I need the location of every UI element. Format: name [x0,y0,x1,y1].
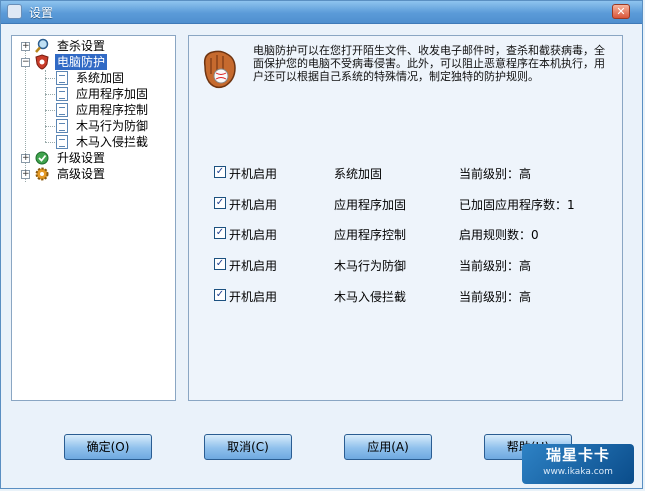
startup-enable-checkbox[interactable]: ✓ [214,289,226,301]
document-icon [56,71,68,85]
tree-item-app-hardening[interactable]: 应用程序加固 [12,86,172,102]
ikaka-watermark: 瑞星卡卡 www.ikaka.com [522,444,634,484]
close-button[interactable]: ✕ [612,4,630,19]
feature-name: 木马入侵拦截 [334,290,407,304]
expand-icon[interactable]: + [21,154,30,163]
document-icon [56,103,68,117]
document-icon [56,119,68,133]
document-icon [56,87,68,101]
feature-name: 应用程序控制 [334,228,407,242]
startup-enable-checkbox[interactable]: ✓ [214,227,226,239]
startup-enable-label[interactable]: 开机启用 [229,257,277,274]
tree-item-scan-settings[interactable]: + 查杀设置 [12,38,172,54]
feature-status: 当前级别：高 [459,290,532,304]
document-icon [56,135,68,149]
feature-row-trojan-behavior-defense: ✓ 开机启用 木马行为防御 当前级别：高 [214,256,614,274]
baseball-glove-icon [203,50,236,89]
cancel-button[interactable]: 取消(C) [204,434,292,460]
startup-enable-checkbox[interactable]: ✓ [214,197,226,209]
feature-row-trojan-intrusion-block: ✓ 开机启用 木马入侵拦截 当前级别：高 [214,287,614,305]
feature-status: 当前级别：高 [459,259,532,273]
tree-item-advanced-settings[interactable]: + 高级设置 [12,166,172,182]
startup-enable-label[interactable]: 开机启用 [229,226,277,243]
expand-icon[interactable]: + [21,42,30,51]
feature-name: 系统加固 [334,167,383,181]
tree-item-trojan-intrusion-block[interactable]: 木马入侵拦截 [12,134,172,150]
apply-button[interactable]: 应用(A) [344,434,432,460]
tree-item-system-hardening[interactable]: 系统加固 [12,70,172,86]
settings-tree: + 查杀设置 − 电脑防护 系统加固 应用程序加固 应用程序控制 木马行为防御 … [11,35,176,401]
startup-enable-label[interactable]: 开机启用 [229,196,277,213]
settings-window: 设置 ✕ + 查杀设置 − 电脑防护 系统加固 应用程序加固 应用程序控制 木马… [0,0,643,489]
tree-item-trojan-behavior-defense[interactable]: 木马行为防御 [12,118,172,134]
tree-item-pc-protection[interactable]: − 电脑防护 [12,54,172,70]
watermark-url: www.ikaka.com [543,467,613,477]
feature-name: 木马行为防御 [334,259,407,273]
protection-panel: 电脑防护可以在您打开陌生文件、收发电子邮件时，查杀和截获病毒，全面保护您的电脑不… [188,35,623,401]
feature-status: 启用规则数：0 [459,228,539,242]
ok-button[interactable]: 确定(O) [64,434,152,460]
feature-row-app-hardening: ✓ 开机启用 应用程序加固 已加固应用程序数：1 [214,195,614,213]
gear-icon [35,167,49,181]
app-shield-icon [7,4,22,19]
protection-description: 电脑防护可以在您打开陌生文件、收发电子邮件时，查杀和截获病毒，全面保护您的电脑不… [253,44,605,83]
feature-status: 已加固应用程序数：1 [459,198,575,212]
tree-item-app-control[interactable]: 应用程序控制 [12,102,172,118]
collapse-icon[interactable]: − [21,58,30,67]
feature-row-system-hardening: ✓ 开机启用 系统加固 当前级别：高 [214,164,614,182]
watermark-logo: 瑞星卡卡 [545,446,610,464]
feature-name: 应用程序加固 [334,198,407,212]
startup-enable-label[interactable]: 开机启用 [229,288,277,305]
shield-icon [35,54,49,70]
magnifier-icon [35,38,49,53]
update-globe-icon [35,151,49,165]
expand-icon[interactable]: + [21,170,30,179]
tree-item-update-settings[interactable]: + 升级设置 [12,150,172,166]
startup-enable-checkbox[interactable]: ✓ [214,258,226,270]
feature-status: 当前级别：高 [459,167,532,181]
window-title: 设置 [29,6,54,20]
startup-enable-label[interactable]: 开机启用 [229,165,277,182]
startup-enable-checkbox[interactable]: ✓ [214,166,226,178]
feature-row-app-control: ✓ 开机启用 应用程序控制 启用规则数：0 [214,225,614,243]
title-bar[interactable]: 设置 ✕ [1,1,642,24]
